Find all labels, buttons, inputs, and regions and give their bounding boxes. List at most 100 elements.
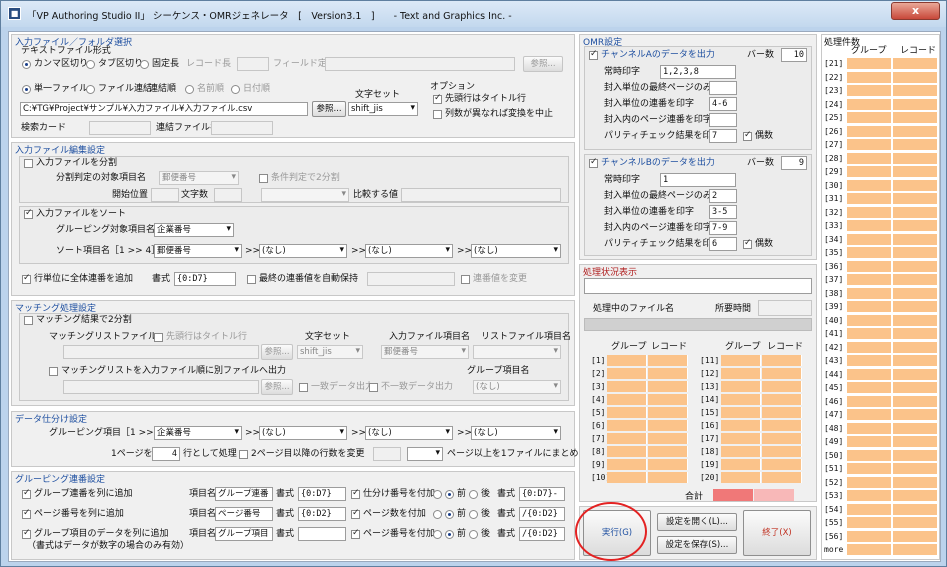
- chb-page-input[interactable]: 7-9: [709, 221, 737, 235]
- opt1-after-radio[interactable]: [469, 490, 478, 499]
- opt3-mid-radio[interactable]: [445, 530, 454, 539]
- group-item-select[interactable]: 企業番号: [154, 223, 234, 237]
- serial-value-input[interactable]: [367, 272, 455, 286]
- search-card-input[interactable]: [89, 121, 151, 135]
- opt2-after-radio[interactable]: [469, 510, 478, 519]
- cha-page-input[interactable]: [709, 113, 737, 127]
- list-file-browse-button[interactable]: 参照...: [261, 344, 293, 360]
- cond-split-checkbox[interactable]: [259, 174, 268, 183]
- fielddef-input[interactable]: [325, 57, 515, 71]
- exit-button[interactable]: 終了(X): [743, 510, 811, 556]
- match-input-item-select[interactable]: 郵便番号: [381, 345, 469, 359]
- gserial-item3-input[interactable]: グループ項目: [215, 527, 273, 541]
- auto-keep-checkbox[interactable]: [247, 275, 256, 284]
- list-file-input[interactable]: [63, 345, 259, 359]
- nomatch-out-checkbox[interactable]: [369, 383, 378, 392]
- fixed-radio[interactable]: [140, 60, 149, 69]
- gserial-row3-checkbox[interactable]: [22, 528, 31, 539]
- save-settings-button[interactable]: 設定を保存(S)...: [657, 536, 737, 554]
- gserial-opt1-checkbox[interactable]: [351, 488, 360, 499]
- compare-op-select[interactable]: [261, 188, 349, 202]
- chb-last-input[interactable]: 2: [709, 189, 737, 203]
- dist-group-3[interactable]: (なし): [365, 426, 453, 440]
- serial-change-checkbox[interactable]: [461, 275, 470, 284]
- cha-always-input[interactable]: 1,2,3,8: [660, 65, 736, 79]
- compare-val-input[interactable]: [401, 188, 561, 202]
- chb-always-input[interactable]: 1: [660, 173, 736, 187]
- match-group-select[interactable]: (なし): [473, 380, 561, 394]
- chb-seq-input[interactable]: 3-5: [709, 205, 737, 219]
- sort-checkbox[interactable]: [24, 208, 33, 219]
- opt1-before-radio[interactable]: [433, 490, 442, 499]
- opt2-before-radio[interactable]: [433, 510, 442, 519]
- concat-radio[interactable]: [86, 85, 95, 94]
- sort-item-2[interactable]: (なし): [259, 244, 347, 258]
- match-out-checkbox[interactable]: [299, 383, 308, 392]
- chb-checkbox[interactable]: [589, 157, 598, 168]
- fielddef-browse-button[interactable]: 参照...: [523, 56, 563, 72]
- chb-parity-input[interactable]: 6: [709, 237, 737, 251]
- opt3-before-radio[interactable]: [433, 530, 442, 539]
- gserial-fmt3-input[interactable]: [298, 527, 346, 541]
- gserial-opt3-checkbox[interactable]: [351, 528, 360, 539]
- chb-bars-input[interactable]: 9: [781, 156, 807, 170]
- per-file-browse-button[interactable]: 参照...: [261, 379, 293, 395]
- dist-group-1[interactable]: 企業番号: [154, 426, 242, 440]
- cha-bars-input[interactable]: 10: [781, 48, 807, 62]
- change-lines-input[interactable]: [373, 447, 401, 461]
- charset-select[interactable]: shift_jis: [348, 102, 418, 116]
- reclen-input[interactable]: [237, 57, 269, 71]
- gserial-fmt2-input[interactable]: {0:D2}: [298, 507, 346, 521]
- concat-filename-input[interactable]: [211, 121, 273, 135]
- per-file-input[interactable]: [63, 380, 259, 394]
- split-checkbox[interactable]: [24, 159, 33, 168]
- serial-add-checkbox[interactable]: [22, 273, 31, 284]
- match-list-item-select[interactable]: [473, 345, 561, 359]
- input-filepath[interactable]: C:¥TG¥Project¥サンプル¥入力ファイル¥入力ファイル.csv: [20, 102, 308, 116]
- gserial-fmt1-input[interactable]: {0:D7}: [298, 487, 346, 501]
- lines-input[interactable]: 4: [152, 447, 180, 461]
- date-order-radio[interactable]: [231, 85, 240, 94]
- match-split-checkbox[interactable]: [24, 316, 33, 325]
- ofmt1-input[interactable]: {0:D7}-: [519, 487, 565, 501]
- match-title-row-checkbox[interactable]: [154, 333, 163, 342]
- sort-item-3[interactable]: (なし): [365, 244, 453, 258]
- comma-radio[interactable]: [22, 60, 31, 69]
- opt2-mid-radio[interactable]: [445, 510, 454, 519]
- page-over-select[interactable]: [407, 447, 443, 461]
- cha-seq-input[interactable]: 4-6: [709, 97, 737, 111]
- match-charset-select[interactable]: shift_jis: [297, 345, 363, 359]
- change-lines-checkbox[interactable]: [239, 450, 248, 459]
- gserial-row1-checkbox[interactable]: [22, 488, 31, 499]
- sort-item-4[interactable]: (なし): [471, 244, 561, 258]
- serial-format-input[interactable]: {0:D7}: [174, 272, 236, 286]
- cha-last-input[interactable]: [709, 81, 737, 95]
- single-file-radio[interactable]: [22, 85, 31, 94]
- cha-checkbox[interactable]: [589, 49, 598, 60]
- dist-group-2[interactable]: (なし): [259, 426, 347, 440]
- opt1-before-radio-selected[interactable]: [445, 490, 454, 499]
- cha-even-checkbox[interactable]: [743, 130, 752, 141]
- open-settings-button[interactable]: 設定を開く(L)...: [657, 513, 737, 531]
- split-item-select[interactable]: 郵便番号: [159, 171, 239, 185]
- sort-item-1[interactable]: 郵便番号: [154, 244, 242, 258]
- opt3-after-radio[interactable]: [469, 530, 478, 539]
- input-browse-button[interactable]: 参照...: [312, 101, 346, 117]
- char-count-input[interactable]: [214, 188, 242, 202]
- name-order-radio[interactable]: [185, 85, 194, 94]
- gserial-opt2-checkbox[interactable]: [351, 508, 360, 519]
- cha-parity-input[interactable]: 7: [709, 129, 737, 143]
- per-file-checkbox[interactable]: [49, 367, 58, 376]
- chb-even-checkbox[interactable]: [743, 238, 752, 249]
- tab-radio[interactable]: [86, 60, 95, 69]
- dist-group-4[interactable]: (なし): [471, 426, 561, 440]
- start-pos-input[interactable]: [151, 188, 179, 202]
- title-row-checkbox[interactable]: [433, 93, 442, 104]
- gserial-item2-input[interactable]: ページ番号: [215, 507, 273, 521]
- ofmt2-input[interactable]: /{0:D2}: [519, 507, 565, 521]
- ofmt3-input[interactable]: /{0:D2}: [519, 527, 565, 541]
- gserial-row2-checkbox[interactable]: [22, 508, 31, 519]
- column-mismatch-checkbox[interactable]: [433, 110, 442, 119]
- close-button[interactable]: x: [891, 2, 940, 20]
- gserial-item1-input[interactable]: グループ連番: [215, 487, 273, 501]
